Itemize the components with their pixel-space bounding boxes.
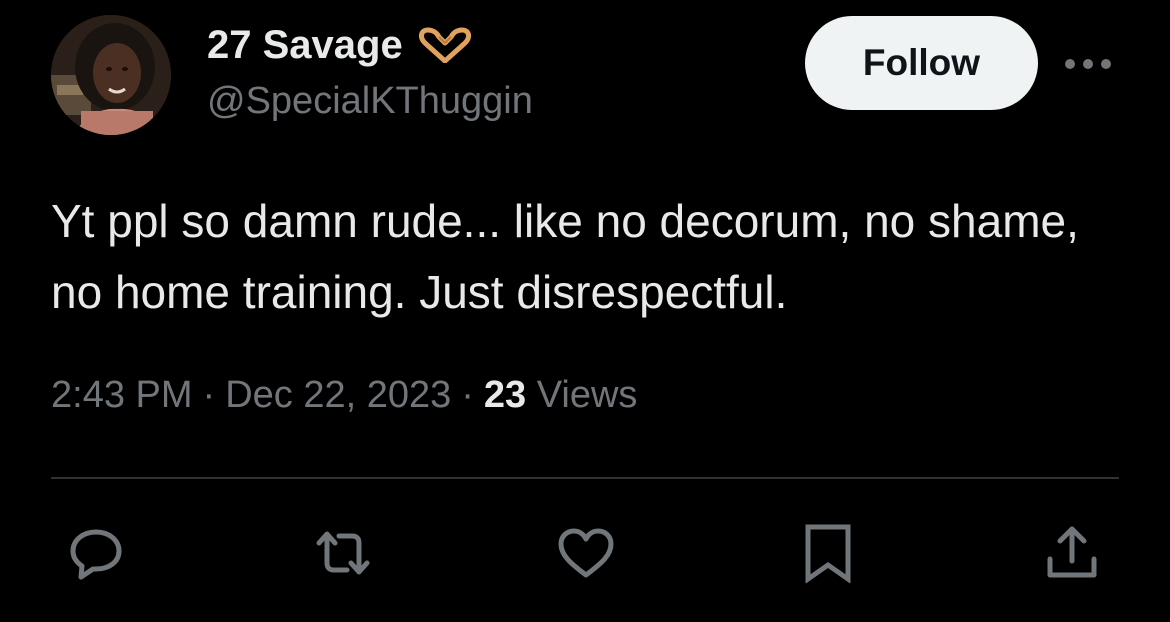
like-button[interactable] [556, 523, 616, 583]
share-button[interactable] [1042, 523, 1102, 583]
more-options-icon[interactable] [1062, 56, 1114, 72]
tweet-time[interactable]: 2:43 PM [51, 374, 193, 416]
author-name-row: 27 Savage [207, 20, 473, 70]
meta-separator: · [461, 374, 474, 416]
avatar[interactable] [51, 15, 171, 135]
views-count[interactable]: 23 [484, 374, 526, 416]
like-icon [558, 528, 614, 578]
follow-button[interactable]: Follow [805, 16, 1038, 110]
views-label: Views [536, 374, 638, 416]
share-icon [1047, 526, 1097, 578]
meta-separator: · [202, 374, 216, 416]
tweet-meta: 2:43 PM · Dec 22, 2023 · 23 Views [51, 374, 637, 417]
display-name[interactable]: 27 Savage [207, 23, 403, 68]
author-handle[interactable]: @SpecialKThuggin [207, 80, 533, 123]
retweet-button[interactable] [313, 523, 373, 583]
tweet-date[interactable]: Dec 22, 2023 [225, 374, 451, 416]
reply-button[interactable] [66, 523, 126, 583]
reply-icon [70, 529, 122, 580]
heart-hands-icon [417, 27, 473, 64]
avatar-image [51, 15, 171, 135]
retweet-icon [316, 531, 370, 575]
divider [51, 477, 1119, 479]
tweet-text: Yt ppl so damn rude... like no decorum, … [51, 195, 1079, 318]
bookmark-icon [805, 524, 851, 583]
bookmark-button[interactable] [798, 523, 858, 583]
